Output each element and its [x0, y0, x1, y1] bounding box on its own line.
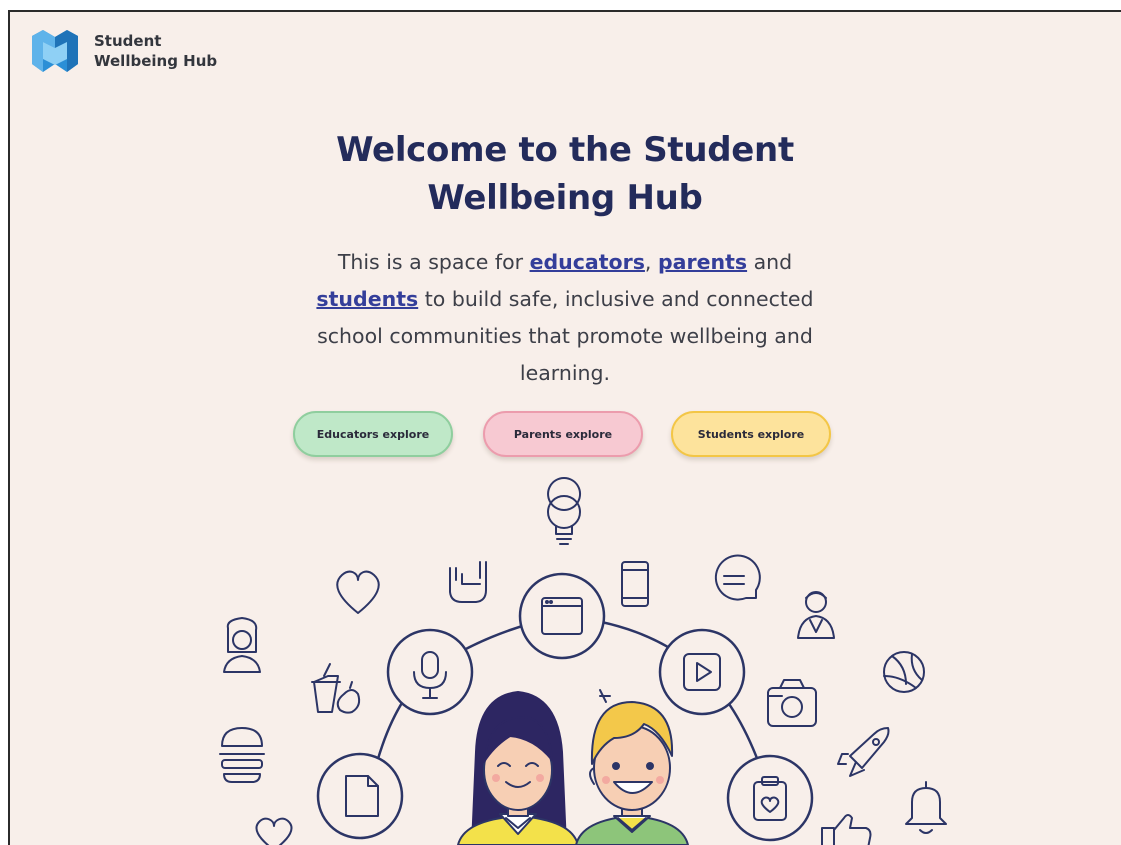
rock-hand-icon: [449, 561, 487, 603]
drink-apple-icon: [311, 663, 361, 714]
boy-avatar: [575, 689, 689, 845]
lightbulb-icon: [547, 477, 582, 545]
phone-icon: [621, 561, 649, 607]
microphone-icon: [386, 628, 474, 716]
hero-illustration: [219, 477, 947, 845]
chat-bubble-icon: [714, 554, 761, 601]
female-user-icon: [223, 617, 261, 673]
rocket-icon: [837, 727, 890, 777]
volleyball-icon: [883, 651, 925, 693]
heart-outline-icon: [255, 817, 293, 845]
browser-window-icon: [518, 572, 606, 660]
camera-icon: [767, 679, 817, 727]
play-button-icon: [658, 628, 746, 716]
girl-avatar: [457, 691, 579, 845]
page-frame: Student Wellbeing Hub Welcome to the Stu…: [8, 10, 1121, 845]
thumbs-up-icon: [821, 814, 872, 845]
doctor-icon: [797, 591, 835, 639]
document-icon: [316, 752, 404, 840]
clipboard-heart-icon: [726, 754, 814, 842]
burger-icon: [219, 727, 265, 783]
bell-icon: [905, 781, 947, 834]
heart-icon: [336, 570, 380, 614]
